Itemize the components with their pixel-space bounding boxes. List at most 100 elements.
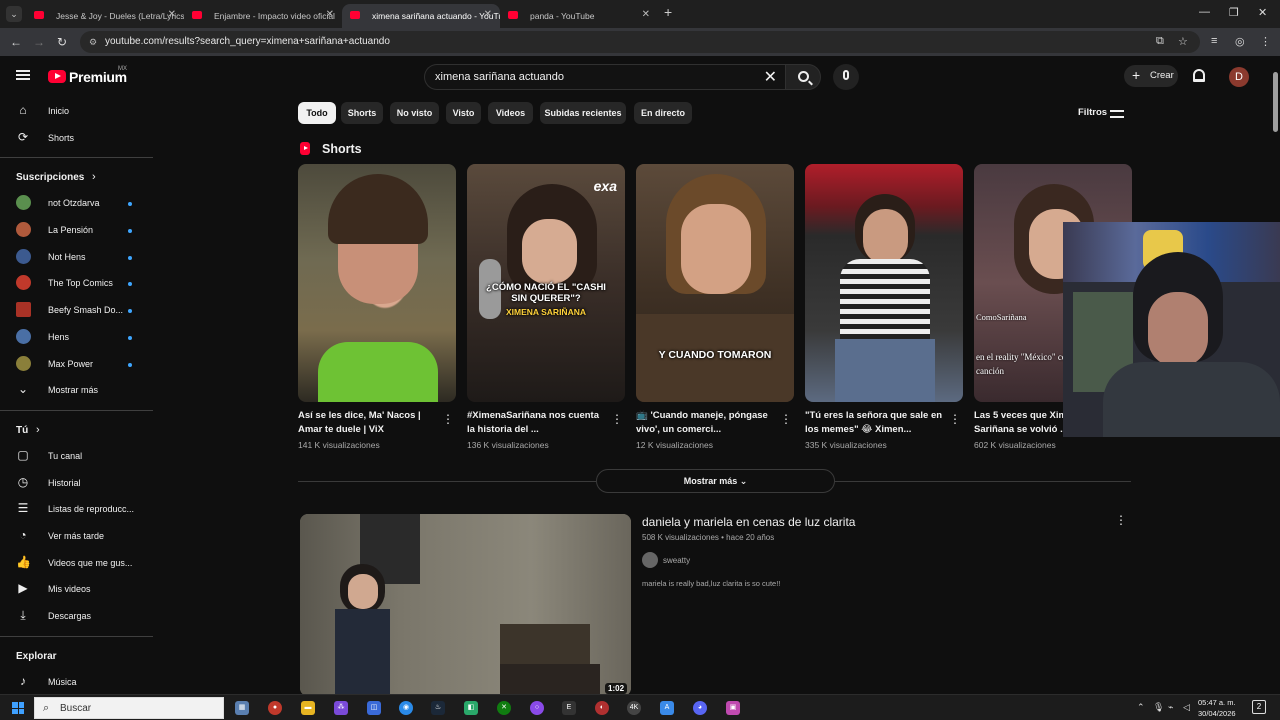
short-card[interactable]: Y CUANDO TOMARON 📺 'Cuando maneje, pónga…	[636, 164, 794, 450]
voice-search-button[interactable]	[833, 64, 859, 90]
search-input[interactable]: ximena sariñana actuando ✕	[424, 64, 785, 90]
filters-sliders-icon[interactable]	[1110, 108, 1124, 119]
sidebar-item-subscription[interactable]: Max Power	[0, 351, 155, 378]
account-avatar[interactable]: D	[1229, 67, 1249, 87]
video-title[interactable]: daniela y mariela en cenas de luz clarit…	[642, 515, 855, 529]
video-channel-name[interactable]: sweatty	[663, 556, 690, 565]
sidebar-item-musica[interactable]: ♪ Música	[0, 669, 155, 694]
clear-search-icon[interactable]: ✕	[764, 67, 777, 87]
tray-overflow-chevron-icon[interactable]: ⌃	[1137, 702, 1145, 713]
sidebar-item-videos-gustan[interactable]: 👍 Videos que me gus...	[0, 550, 155, 577]
4k-app-icon[interactable]: 4K	[627, 701, 641, 715]
browser-tab[interactable]: panda - YouTube ✕	[500, 4, 658, 28]
short-thumbnail[interactable]: Y CUANDO TOMARON	[636, 164, 794, 402]
forward-arrow-icon[interactable]: →	[33, 35, 45, 49]
chip-videos[interactable]: Videos	[488, 102, 533, 124]
discord-icon[interactable]: ◕	[693, 701, 707, 715]
back-arrow-icon[interactable]: ←	[10, 35, 22, 49]
short-title[interactable]: 📺 'Cuando maneje, póngase vivo', un come…	[636, 409, 776, 437]
browser-menu-icon[interactable]: ⋮	[1260, 35, 1271, 48]
chrome-browser-icon[interactable]: ◉	[399, 701, 413, 715]
tab-close-icon[interactable]: ✕	[642, 9, 650, 20]
short-card[interactable]: "Tú eres la señora que sale en los memes…	[805, 164, 963, 450]
reload-icon[interactable]: ↻	[57, 35, 67, 49]
media-controls-icon[interactable]: ≡	[1211, 35, 1217, 47]
chip-no-visto[interactable]: No visto	[390, 102, 439, 124]
video-thumbnail[interactable]	[300, 514, 631, 696]
short-title[interactable]: Así se les dice, Ma' Nacos | Amar te due…	[298, 409, 438, 437]
music-app-icon[interactable]: ◧	[464, 701, 478, 715]
more-actions-icon[interactable]: ⋮	[1115, 513, 1127, 527]
profile-icon[interactable]: ◎	[1235, 35, 1245, 48]
tab-close-icon[interactable]: ✕	[326, 9, 334, 20]
app-grid-icon[interactable]: ⁂	[334, 701, 348, 715]
calculator-app-icon[interactable]: ▦	[235, 701, 249, 715]
chip-subidas-recientes[interactable]: Subidas recientes	[540, 102, 626, 124]
sidebar-show-more[interactable]: ⌄ Mostrar más	[0, 377, 155, 404]
sidebar-item-ver-mas-tarde[interactable]: ◔ Ver más tarde	[0, 523, 155, 550]
sidebar-item-shorts[interactable]: ⟳ Shorts	[0, 125, 155, 152]
shorts-show-more-button[interactable]: Mostrar más ⌄	[596, 469, 835, 493]
photos-app-icon[interactable]: ◫	[367, 701, 381, 715]
sidebar-item-subscription[interactable]: Beefy Smash Do...	[0, 297, 155, 324]
chip-en-directo[interactable]: En directo	[634, 102, 692, 124]
you-header[interactable]: Tú ›	[0, 417, 155, 443]
windows-start-icon[interactable]	[12, 702, 24, 714]
window-close-icon[interactable]: ✕	[1258, 6, 1267, 19]
short-thumbnail[interactable]	[805, 164, 963, 402]
store-app-icon[interactable]: A	[660, 701, 674, 715]
taskbar-clock[interactable]: 05:47 a. m. 30/04/2026	[1198, 697, 1236, 719]
sidebar-item-subscription[interactable]: Not Hens	[0, 244, 155, 271]
sidebar-item-listas[interactable]: ☰ Listas de reproducc...	[0, 496, 155, 523]
tab-close-icon[interactable]: ✕	[168, 9, 176, 20]
short-title[interactable]: #XimenaSariñana nos cuenta la historia d…	[467, 409, 607, 437]
sidebar-item-descargas[interactable]: ⤓ Descargas	[0, 603, 155, 630]
short-thumbnail[interactable]	[298, 164, 456, 402]
short-card[interactable]: exa ¿CÓMO NACIÓ EL "CASHI SIN QUERER"? X…	[467, 164, 625, 450]
network-tray-icon[interactable]: ⌁	[1168, 702, 1173, 713]
tab-close-icon[interactable]: ✕	[484, 9, 492, 20]
search-button[interactable]	[785, 64, 821, 90]
minimize-icon[interactable]: —	[1199, 6, 1210, 18]
sidebar-item-subscription[interactable]: not Otzdarva	[0, 190, 155, 217]
url-field[interactable]: ⚙ youtube.com/results?search_query=ximen…	[80, 31, 1200, 53]
xbox-icon[interactable]: ✕	[497, 701, 511, 715]
scrollbar-thumb[interactable]	[1273, 72, 1278, 132]
channel-avatar[interactable]	[642, 552, 658, 568]
purple-app-icon[interactable]: ○	[530, 701, 544, 715]
short-card[interactable]: Así se les dice, Ma' Nacos | Amar te due…	[298, 164, 456, 450]
sidebar-item-historial[interactable]: ◷ Historial	[0, 470, 155, 497]
more-actions-icon[interactable]: ⋮	[780, 412, 792, 426]
chip-visto[interactable]: Visto	[446, 102, 481, 124]
taskbar-search-input[interactable]: ⌕ Buscar	[34, 697, 224, 719]
sidebar-item-inicio[interactable]: ⌂ Inicio	[0, 98, 155, 125]
sidebar-item-subscription[interactable]: La Pensión	[0, 217, 155, 244]
obs-icon[interactable]: ◐	[595, 701, 609, 715]
subscriptions-header[interactable]: Suscripciones ›	[0, 164, 155, 190]
steam-icon[interactable]: ♨	[431, 701, 445, 715]
record-app-icon[interactable]: ●	[268, 701, 282, 715]
bookmark-star-icon[interactable]: ☆	[1178, 35, 1188, 48]
file-explorer-icon[interactable]: ▬	[301, 701, 315, 715]
site-info-icon[interactable]: ⚙	[89, 37, 97, 48]
more-actions-icon[interactable]: ⋮	[442, 412, 454, 426]
guide-menu-icon[interactable]	[16, 70, 30, 80]
sidebar-item-subscription[interactable]: The Top Comics	[0, 270, 155, 297]
sidebar-item-subscription[interactable]: Hens	[0, 324, 155, 351]
tab-search-button[interactable]: ⌄	[6, 6, 22, 22]
sidebar-item-tu-canal[interactable]: ▢ Tu canal	[0, 443, 155, 470]
browser-tab-active[interactable]: ximena sariñana actuando - YouTube ✕	[342, 4, 500, 28]
new-tab-plus-icon[interactable]: +	[664, 4, 672, 20]
install-app-icon[interactable]: ⧉	[1156, 35, 1164, 48]
more-actions-icon[interactable]: ⋮	[949, 412, 961, 426]
microphone-tray-icon[interactable]: 🎙	[1153, 702, 1164, 713]
short-title[interactable]: "Tú eres la señora que sale en los memes…	[805, 409, 945, 437]
create-button[interactable]: + Crear	[1124, 65, 1178, 87]
filters-button[interactable]: Filtros	[1078, 107, 1107, 118]
browser-tab[interactable]: Jesse & Joy - Dueles (Letra/Lyrics ✕	[26, 4, 184, 28]
chip-shorts[interactable]: Shorts	[341, 102, 383, 124]
sidebar-item-mis-videos[interactable]: ▶ Mis videos	[0, 576, 155, 603]
notifications-center-icon[interactable]: 2	[1252, 700, 1266, 714]
more-actions-icon[interactable]: ⋮	[611, 412, 623, 426]
notifications-bell-icon[interactable]	[1193, 69, 1205, 82]
